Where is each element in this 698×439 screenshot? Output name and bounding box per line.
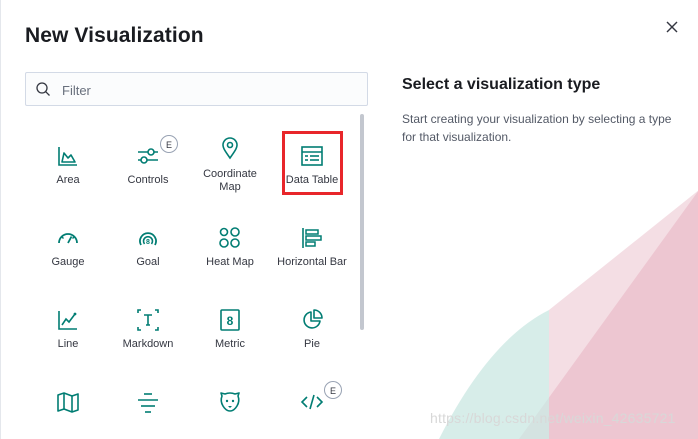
viz-label: Controls	[127, 174, 169, 186]
new-visualization-modal: New Visualization Area Control	[0, 0, 698, 439]
viz-label: Coordinate Map	[203, 168, 257, 193]
watermark-text: https://blog.csdn.net/weixin_42635721	[430, 410, 676, 426]
modal-title: New Visualization	[25, 24, 204, 47]
viz-tile-region-map[interactable]	[29, 362, 107, 436]
experimental-badge: E	[160, 135, 178, 153]
viz-tile-vega[interactable]: E	[273, 362, 351, 436]
selection-highlight-box	[282, 131, 343, 195]
controls-icon	[138, 148, 158, 164]
filter-input[interactable]	[60, 79, 364, 101]
viz-tile-area[interactable]: Area	[29, 116, 107, 190]
viz-label: Horizontal Bar	[277, 256, 347, 268]
svg-text:8: 8	[227, 314, 234, 328]
viz-tile-markdown[interactable]: Markdown	[109, 280, 187, 354]
markdown-icon	[137, 309, 159, 331]
decorative-background-shape	[439, 190, 698, 439]
viz-label: Line	[57, 338, 79, 350]
metric-icon: 8	[220, 309, 240, 331]
viz-tile-coordinate-map[interactable]: Coordinate Map	[191, 116, 269, 193]
viz-tile-line[interactable]: Line	[29, 280, 107, 354]
viz-tile-pie[interactable]: Pie	[273, 280, 351, 354]
filter-search-box	[25, 72, 368, 106]
viz-tile-metric[interactable]: 8 Metric	[191, 280, 269, 354]
viz-tile-horizontal-bar[interactable]: Horizontal Bar	[273, 198, 351, 272]
svg-text:8: 8	[146, 239, 150, 246]
map-marker-icon	[222, 137, 238, 160]
timelion-icon	[220, 392, 240, 412]
info-heading: Select a visualization type	[402, 76, 601, 93]
search-icon	[36, 82, 50, 96]
viz-tile-goal[interactable]: 8 Goal	[109, 198, 187, 272]
horizontal-bar-icon	[302, 228, 322, 248]
line-chart-icon	[58, 311, 77, 330]
goal-icon: 8	[139, 232, 157, 246]
viz-tile-heat-map[interactable]: Heat Map	[191, 198, 269, 272]
viz-label: Area	[56, 174, 80, 186]
viz-tile-timelion[interactable]	[191, 362, 269, 436]
viz-label: Gauge	[51, 256, 85, 268]
tag-cloud-icon	[138, 393, 158, 413]
area-chart-icon	[58, 147, 77, 166]
viz-label: Metric	[215, 338, 245, 350]
gauge-icon	[58, 233, 78, 244]
viz-label: Markdown	[122, 338, 174, 350]
heat-map-icon	[219, 227, 240, 248]
region-map-icon	[57, 392, 79, 413]
info-description: Start creating your visualization by sel…	[402, 112, 672, 144]
close-icon[interactable]	[663, 18, 681, 36]
viz-label: Pie	[304, 338, 320, 350]
viz-tile-tag-cloud[interactable]	[109, 362, 187, 436]
grid-scrollbar[interactable]	[360, 114, 364, 330]
pie-chart-icon	[303, 309, 323, 329]
viz-label: Goal	[136, 256, 160, 268]
viz-tile-controls[interactable]: Controls E	[109, 116, 187, 190]
vega-code-icon	[300, 394, 324, 410]
experimental-badge: E	[324, 381, 342, 399]
viz-label: Heat Map	[206, 256, 254, 268]
viz-tile-gauge[interactable]: Gauge	[29, 198, 107, 272]
